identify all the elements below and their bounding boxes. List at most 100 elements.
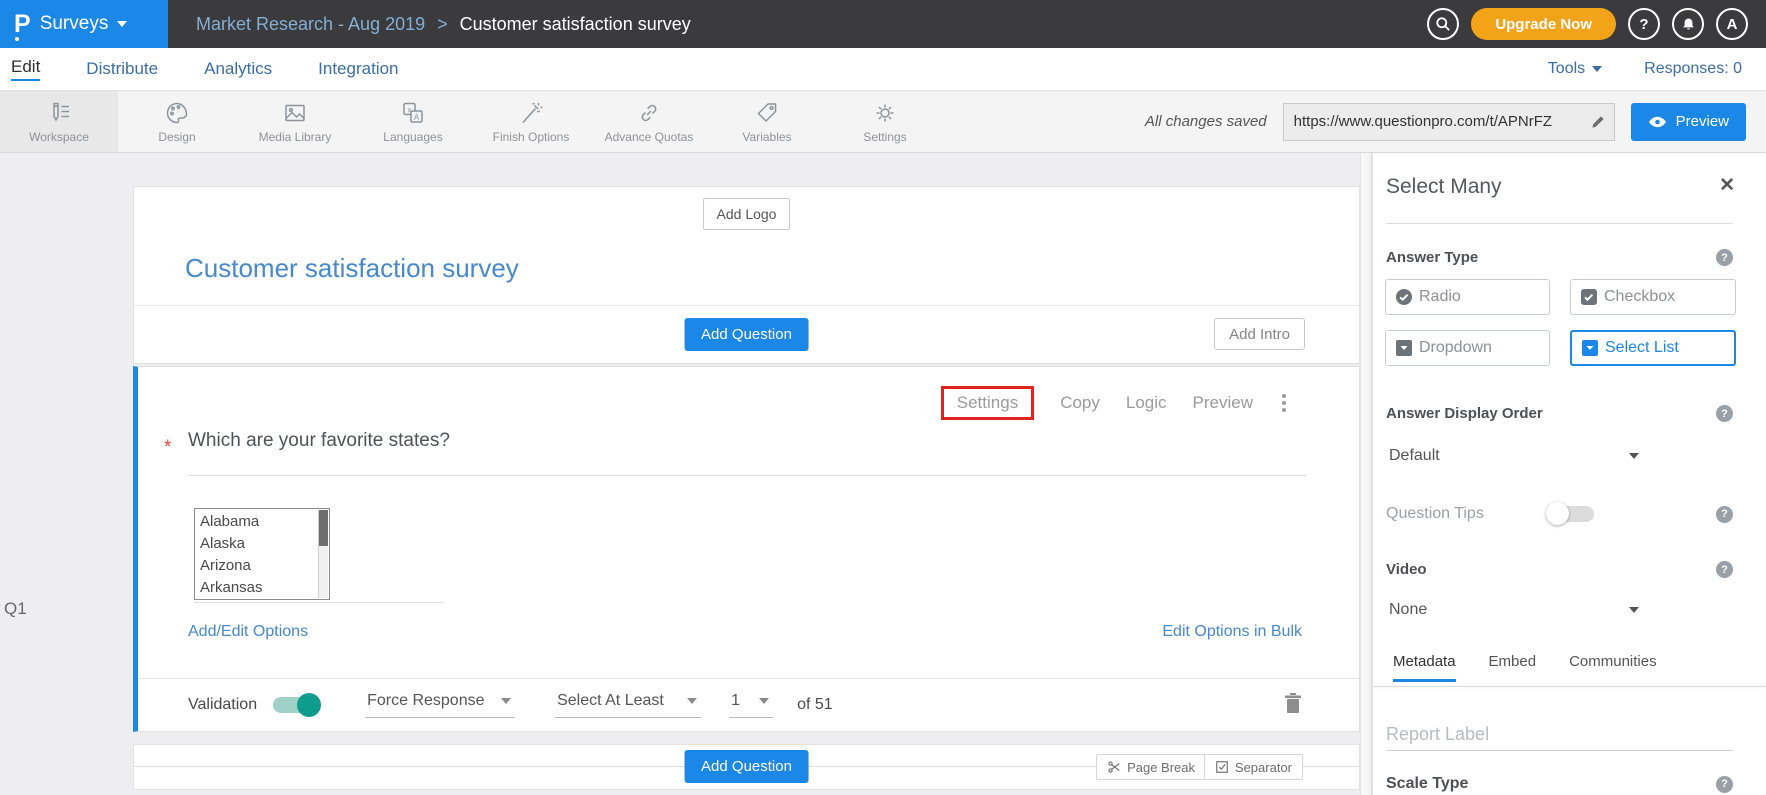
listbox-option[interactable]: Arizona	[200, 555, 329, 577]
gear-icon	[872, 100, 898, 126]
brand-menu[interactable]: P Surveys	[0, 0, 168, 48]
scrollbar-thumb[interactable]	[319, 510, 328, 546]
toolbar-item-settings[interactable]: Settings	[826, 91, 944, 152]
tab-embed[interactable]: Embed	[1489, 653, 1537, 682]
upgrade-now-button[interactable]: Upgrade Now	[1471, 8, 1616, 40]
breadcrumb-folder[interactable]: Market Research - Aug 2019	[196, 14, 425, 35]
toolbar-item-workspace[interactable]: Workspace	[0, 91, 118, 152]
validation-row: Validation Force Response Select At Leas…	[138, 678, 1359, 731]
page-break-button[interactable]: Page Break	[1096, 754, 1206, 780]
toolbar-item-variables[interactable]: Variables	[708, 91, 826, 152]
validation-condition-dropdown[interactable]: Select At Least	[555, 692, 701, 718]
toolbar-item-design[interactable]: Design	[118, 91, 236, 152]
toolbar-item-label: Design	[158, 130, 195, 144]
answer-type-select-list[interactable]: Select List	[1570, 330, 1736, 366]
answer-display-order-header: Answer Display Order ?	[1386, 405, 1733, 422]
avatar[interactable]: A	[1716, 8, 1748, 40]
divider	[1373, 686, 1766, 687]
tab-integration[interactable]: Integration	[318, 59, 398, 79]
survey-nav-tabs: Edit Distribute Analytics Integration To…	[0, 48, 1766, 90]
bell-icon	[1680, 16, 1697, 33]
listbox-option[interactable]: Arkansas	[200, 577, 329, 599]
divider	[1386, 223, 1733, 224]
chevron-down-icon	[501, 698, 511, 704]
toolbar-item-media-library[interactable]: Media Library	[236, 91, 354, 152]
listbox-option[interactable]: Alaska	[200, 533, 329, 555]
report-label-input[interactable]	[1386, 719, 1733, 751]
question-tips-toggle[interactable]	[1548, 506, 1594, 522]
tab-distribute[interactable]: Distribute	[86, 59, 158, 79]
help-icon[interactable]: ?	[1716, 776, 1733, 793]
scale-type-header: Scale Type ?	[1386, 775, 1733, 793]
edit-url-button[interactable]	[1582, 104, 1614, 140]
delete-question-button[interactable]	[1279, 689, 1307, 722]
toolbar-item-languages[interactable]: xA Languages	[354, 91, 472, 152]
palette-icon	[164, 100, 190, 126]
validation-toggle[interactable]	[273, 697, 319, 713]
close-panel-button[interactable]: ✕	[1719, 176, 1735, 195]
tools-dropdown[interactable]: Tools	[1548, 60, 1602, 78]
help-icon[interactable]: ?	[1716, 249, 1733, 266]
listbox-option[interactable]: Alabama	[200, 511, 329, 533]
breadcrumb: Market Research - Aug 2019 > Customer sa…	[196, 14, 691, 35]
responses-count[interactable]: Responses: 0	[1644, 60, 1742, 78]
editor-toolbar: Workspace Design Media Library xA Langua…	[0, 90, 1766, 153]
validation-count-dropdown[interactable]: 1	[729, 692, 773, 718]
question-logic-button[interactable]: Logic	[1126, 393, 1167, 413]
tab-edit[interactable]: Edit	[11, 57, 40, 81]
question-preview-button[interactable]: Preview	[1193, 393, 1253, 413]
workspace-icon	[46, 100, 72, 126]
listbox-scrollbar[interactable]	[318, 510, 328, 598]
breadcrumb-current: Customer satisfaction survey	[460, 14, 691, 35]
answer-type-checkbox[interactable]: Checkbox	[1570, 279, 1736, 315]
separator-button[interactable]: Separator	[1204, 754, 1303, 780]
video-dropdown[interactable]: None	[1389, 601, 1639, 619]
toolbar-item-advance-quotas[interactable]: Advance Quotas	[590, 91, 708, 152]
answer-type-dropdown[interactable]: Dropdown	[1385, 330, 1550, 366]
edit-options-in-bulk-link[interactable]: Edit Options in Bulk	[1162, 623, 1302, 641]
add-edit-options-link[interactable]: Add/Edit Options	[188, 623, 308, 641]
chevron-down-icon	[687, 698, 697, 704]
chevron-down-icon	[117, 21, 127, 27]
questionpro-logo-icon: P	[14, 12, 31, 37]
help-icon[interactable]: ?	[1716, 561, 1733, 578]
add-logo-button[interactable]: Add Logo	[703, 198, 791, 230]
preview-button[interactable]: Preview	[1631, 103, 1746, 141]
search-button[interactable]	[1427, 8, 1459, 40]
help-button[interactable]: ?	[1628, 8, 1660, 40]
magic-wand-icon	[518, 100, 544, 126]
question-copy-button[interactable]: Copy	[1060, 393, 1100, 413]
answer-display-order-dropdown[interactable]: Default	[1389, 447, 1639, 465]
canvas-scrollbar-track[interactable]	[1360, 153, 1372, 795]
divider	[188, 475, 1306, 476]
help-icon[interactable]: ?	[1716, 506, 1733, 523]
answer-type-radio[interactable]: Radio	[1385, 279, 1550, 315]
validation-rule-dropdown[interactable]: Force Response	[365, 692, 515, 718]
help-icon[interactable]: ?	[1716, 405, 1733, 422]
question-settings-button[interactable]: Settings	[941, 386, 1034, 420]
product-label: Surveys	[40, 13, 109, 35]
add-question-button-bottom[interactable]: Add Question	[684, 750, 809, 783]
survey-url-input[interactable]	[1284, 113, 1582, 130]
answer-type-options: Radio Checkbox Dropdown Select List	[1385, 279, 1736, 366]
question-text[interactable]: Which are your favorite states?	[188, 430, 450, 452]
tab-communities[interactable]: Communities	[1569, 653, 1657, 682]
add-intro-button[interactable]: Add Intro	[1214, 318, 1305, 350]
page-break-label: Page Break	[1127, 760, 1195, 775]
notifications-button[interactable]	[1672, 8, 1704, 40]
tab-analytics[interactable]: Analytics	[204, 59, 272, 79]
video-label: Video	[1386, 561, 1427, 578]
question-tips-row: Question Tips ?	[1386, 505, 1733, 523]
answer-type-option-label: Select List	[1605, 339, 1679, 357]
answer-type-header: Answer Type ?	[1386, 249, 1733, 266]
states-listbox[interactable]: Alabama Alaska Arizona Arkansas	[194, 508, 330, 600]
tab-metadata[interactable]: Metadata	[1393, 653, 1456, 682]
toolbar-item-label: Workspace	[29, 130, 89, 144]
survey-title[interactable]: Customer satisfaction survey	[185, 253, 519, 284]
kebab-menu-icon[interactable]	[1279, 391, 1289, 415]
toolbar-item-finish-options[interactable]: Finish Options	[472, 91, 590, 152]
answer-type-option-label: Dropdown	[1419, 339, 1492, 357]
add-question-button-top[interactable]: Add Question	[684, 318, 809, 351]
eye-icon	[1648, 115, 1667, 129]
svg-text:x: x	[408, 105, 412, 114]
